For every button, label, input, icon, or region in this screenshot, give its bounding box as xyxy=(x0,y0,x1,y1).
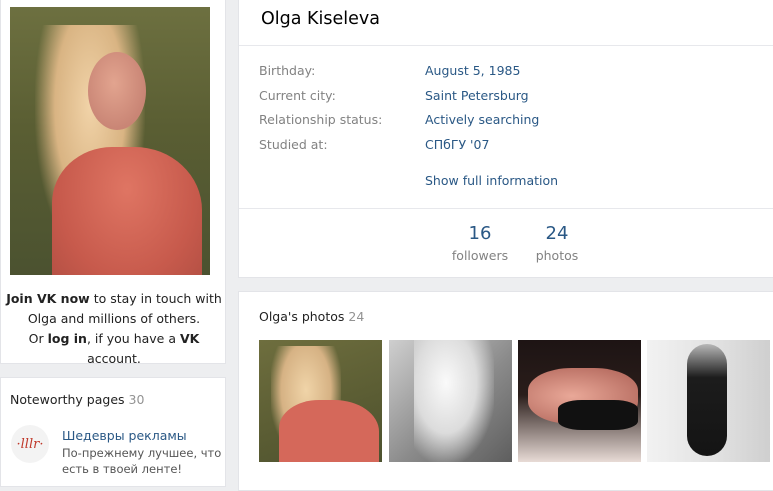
photo-thumbnail[interactable] xyxy=(259,340,382,462)
photos-header-count: 24 xyxy=(348,309,365,324)
noteworthy-pages-card: Noteworthy pages 30 ·lllr· Шедевры реклам… xyxy=(0,377,226,487)
profile-info-card: Olga Kiseleva Birthday: August 5, 1985 C… xyxy=(238,0,773,278)
noteworthy-pages-header[interactable]: Noteworthy pages 30 xyxy=(10,392,144,407)
photo-thumbnail[interactable] xyxy=(518,340,641,462)
photo-thumbnail[interactable] xyxy=(389,340,512,462)
divider xyxy=(239,208,773,209)
info-value-city[interactable]: Saint Petersburg xyxy=(425,88,529,103)
photos-counter[interactable]: 24 photos xyxy=(517,223,597,263)
show-full-information-link[interactable]: Show full information xyxy=(425,173,558,188)
page-logo-icon[interactable]: ·lllr· xyxy=(11,425,49,463)
info-value-birthday[interactable]: August 5, 1985 xyxy=(425,63,520,78)
info-value-relationship[interactable]: Actively searching xyxy=(425,112,539,127)
photos-card: Olga's photos 24 xyxy=(238,291,773,491)
photos-title: Olga's photos xyxy=(259,309,345,324)
avatar-face xyxy=(88,52,146,130)
join-text-3: , if you have a xyxy=(86,331,180,346)
divider xyxy=(239,45,773,46)
profile-name: Olga Kiseleva xyxy=(261,9,380,29)
join-text-2: Or xyxy=(28,331,48,346)
login-link[interactable]: log in xyxy=(48,331,87,346)
followers-counter[interactable]: 16 followers xyxy=(440,223,520,263)
followers-label: followers xyxy=(451,248,509,263)
info-label: Relationship status: xyxy=(259,112,383,127)
profile-sidebar-card: Join VK now to stay in touch with Olga a… xyxy=(0,0,226,366)
join-prompt: Join VK now to stay in touch with Olga a… xyxy=(1,289,227,369)
noteworthy-pages-title: Noteworthy pages xyxy=(10,392,125,407)
photos-label: photos xyxy=(535,248,579,263)
noteworthy-page-description: По-прежнему лучшее, что есть в твоей лен… xyxy=(62,446,222,476)
photo-content xyxy=(687,344,727,456)
followers-count: 16 xyxy=(468,223,492,244)
profile-avatar[interactable] xyxy=(10,7,210,275)
info-label: Birthday: xyxy=(259,63,316,78)
info-label: Current city: xyxy=(259,88,336,103)
join-text-4: account. xyxy=(87,351,141,366)
info-label: Studied at: xyxy=(259,137,328,152)
avatar-dress xyxy=(52,147,202,275)
join-vk-link[interactable]: Join VK now xyxy=(6,291,90,306)
info-value-studied[interactable]: СПбГУ '07 xyxy=(425,137,489,152)
noteworthy-pages-count: 30 xyxy=(128,392,145,407)
photo-content xyxy=(558,400,638,430)
photos-header[interactable]: Olga's photos 24 xyxy=(259,309,364,324)
photos-count: 24 xyxy=(545,223,569,244)
vk-brand: VK xyxy=(179,331,200,346)
photo-thumbnail[interactable] xyxy=(647,340,770,462)
noteworthy-page-name[interactable]: Шедевры рекламы xyxy=(62,428,187,443)
photo-content xyxy=(414,340,494,462)
photo-content xyxy=(279,400,379,462)
